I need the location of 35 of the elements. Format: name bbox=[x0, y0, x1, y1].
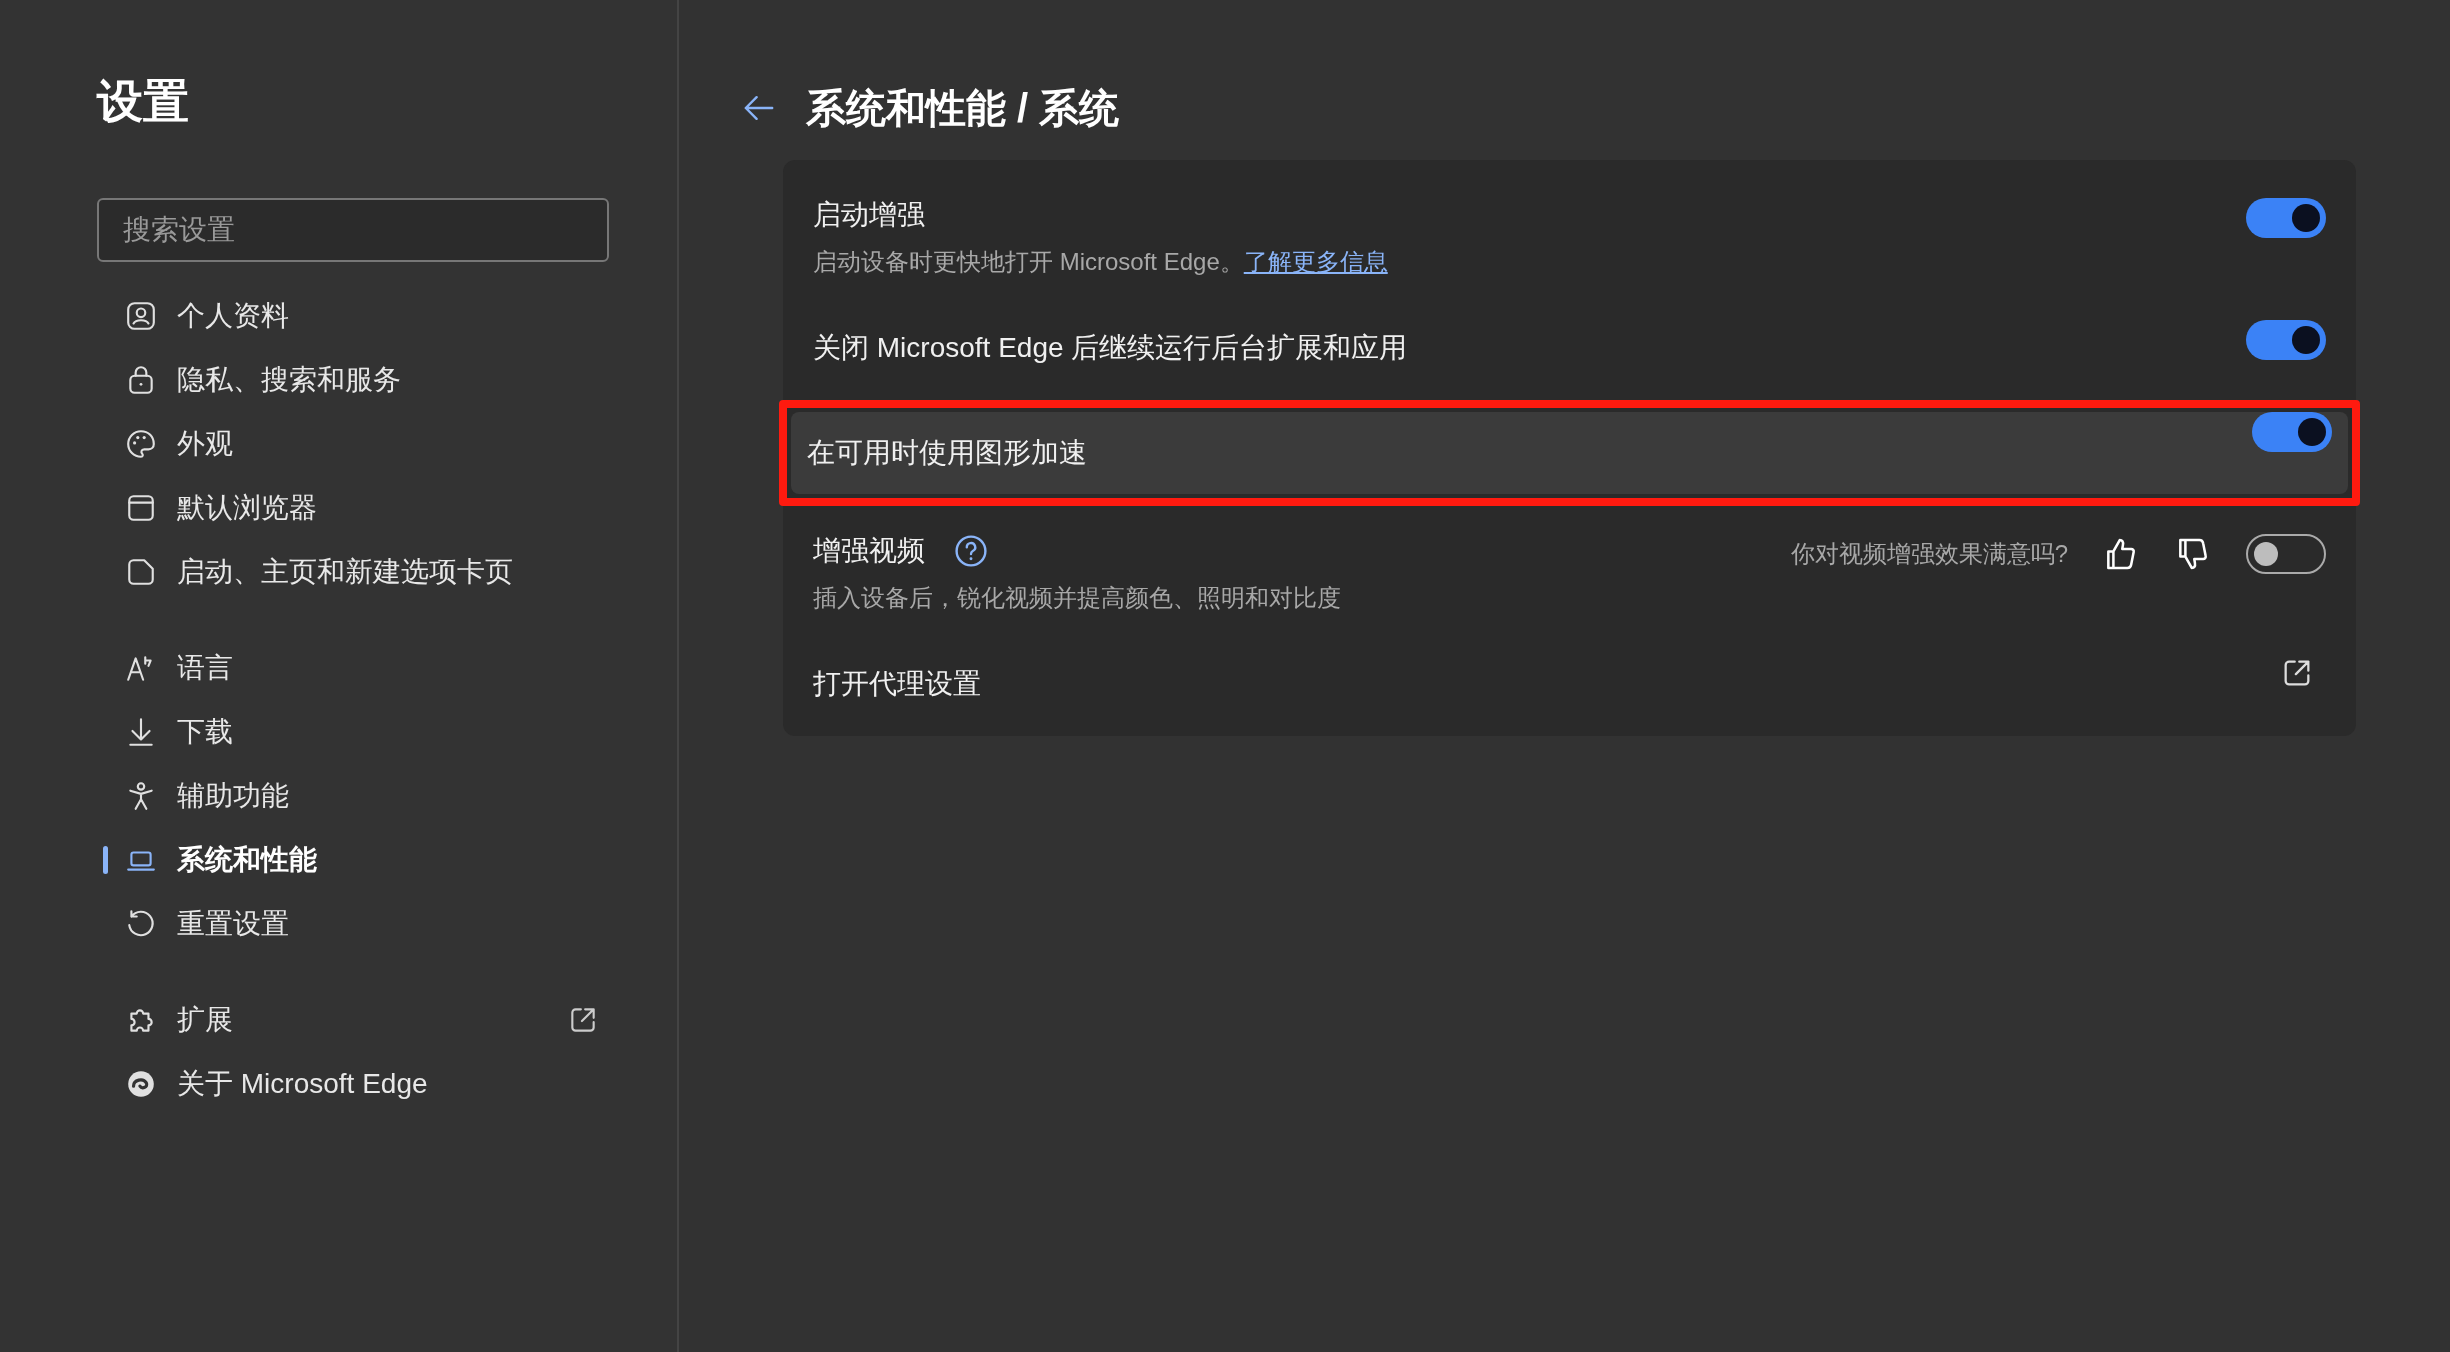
selection-indicator bbox=[103, 846, 108, 874]
sidebar-item[interactable]: 外观 bbox=[97, 412, 609, 476]
sidebar-item[interactable]: 启动、主页和新建选项卡页 bbox=[97, 540, 609, 604]
sidebar-item[interactable]: 个人资料 bbox=[97, 284, 609, 348]
sidebar-item[interactable]: 辅助功能 bbox=[97, 764, 609, 828]
sidebar-item[interactable]: 系统和性能 bbox=[97, 828, 609, 892]
help-icon bbox=[953, 533, 989, 569]
setting-title: 打开代理设置 bbox=[813, 667, 981, 701]
setting-title: 关闭 Microsoft Edge 后继续运行后台扩展和应用 bbox=[813, 331, 1408, 365]
sidebar-item[interactable]: 语言 bbox=[97, 636, 609, 700]
profile-icon bbox=[125, 300, 157, 332]
toggle-switch[interactable] bbox=[2252, 412, 2332, 452]
feedback-question: 你对视频增强效果满意吗? bbox=[1790, 539, 2068, 569]
sidebar-item[interactable]: 重置设置 bbox=[97, 892, 609, 956]
sidebar-item[interactable]: 扩展 bbox=[97, 988, 609, 1052]
browser-window-icon bbox=[125, 492, 157, 524]
palette-icon bbox=[125, 428, 157, 460]
setting-description: 启动设备时更快地打开 Microsoft Edge。 bbox=[813, 247, 1244, 277]
settings-title: 设置 bbox=[97, 78, 190, 124]
sidebar-item[interactable]: 默认浏览器 bbox=[97, 476, 609, 540]
page-title: 系统和性能 / 系统 bbox=[806, 85, 1120, 132]
setting-title: 启动增强 bbox=[813, 198, 925, 232]
sidebar-item[interactable]: 隐私、搜索和服务 bbox=[97, 348, 609, 412]
setting-title: 增强视频 bbox=[813, 534, 925, 568]
edge-logo-icon bbox=[125, 1068, 157, 1100]
learn-more-link[interactable]: 了解更多信息 bbox=[1243, 244, 1388, 280]
toggle-switch[interactable] bbox=[2246, 198, 2326, 238]
toggle-switch[interactable] bbox=[2246, 534, 2326, 574]
sidebar-item[interactable]: 关于 Microsoft Edge bbox=[97, 1052, 609, 1116]
sidebar-item[interactable]: 下载 bbox=[97, 700, 609, 764]
setting-title: 在可用时使用图形加速 bbox=[807, 436, 1087, 470]
toggle-switch[interactable] bbox=[2246, 320, 2326, 360]
search-field[interactable]: 搜索设置 bbox=[97, 198, 609, 262]
page-icon bbox=[125, 556, 157, 588]
setting-description: 插入设备后，锐化视频并提高颜色、照明和对比度 bbox=[813, 583, 1341, 613]
